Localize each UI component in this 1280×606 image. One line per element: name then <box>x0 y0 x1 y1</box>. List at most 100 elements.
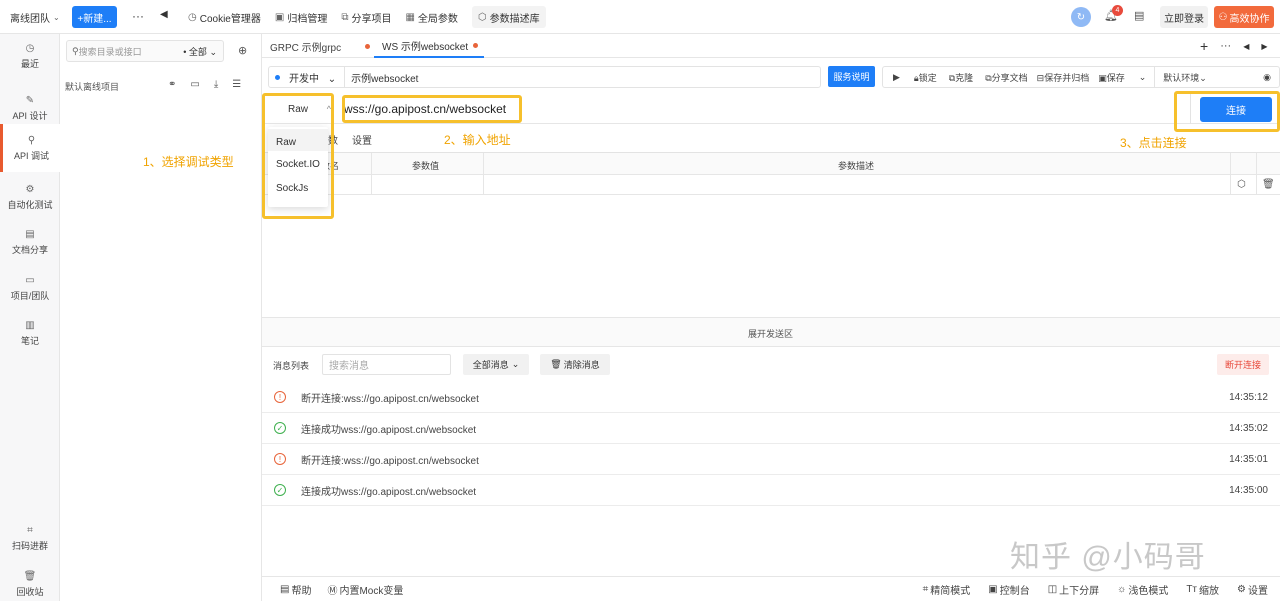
nav-global-params[interactable]: ▦ 全局参数 <box>405 10 457 25</box>
delete-icon[interactable]: 🗑︎ <box>1262 179 1275 190</box>
add-tab-icon[interactable]: + <box>1200 38 1208 54</box>
tab-controls: + ··· ◀ ▶ <box>1200 38 1268 54</box>
nav-param-library[interactable]: ⬡ 参数描述库 <box>471 6 546 28</box>
nav-share-project[interactable]: ⧉ 分享项目 <box>341 10 391 25</box>
share-doc-button[interactable]: ⧉分享文档 <box>985 71 1027 84</box>
project-icon: ▭ <box>25 274 35 286</box>
status-select[interactable]: 开发中 ⌄ <box>289 70 336 85</box>
tab-prev-icon[interactable]: ◀ <box>1243 42 1249 51</box>
col-param-value: 参数值 <box>412 161 440 171</box>
highlight-protocol <box>262 93 334 219</box>
api-debug-icon: ⚲ <box>27 134 36 146</box>
search-icon: ⚲ <box>72 45 79 56</box>
sun-icon: ☼ <box>1117 583 1127 595</box>
console-icon: ▣ <box>988 583 998 595</box>
console-button[interactable]: ▣ 控制台 <box>988 582 1029 597</box>
cube-icon[interactable]: ⬡ <box>1237 179 1246 190</box>
service-doc-button[interactable]: 服务说明 <box>828 66 875 87</box>
tree-search-input[interactable]: 搜索目录或接口 <box>79 45 142 58</box>
tab-websocket[interactable]: WS 示例websocket <box>374 34 484 58</box>
mock-button[interactable]: Ⓜ 内置Mock变量 <box>327 582 403 597</box>
login-button[interactable]: 立即登录 <box>1160 6 1208 28</box>
more-tabs-icon[interactable]: ··· <box>1220 40 1231 52</box>
tab-grpc[interactable]: GRPC 示例grpc <box>270 34 372 58</box>
locate-icon[interactable]: ⊕ <box>238 44 247 57</box>
settings-button[interactable]: ⚙ 设置 <box>1237 582 1268 597</box>
tree-search[interactable]: ⚲ 搜索目录或接口 • 全部 ⌄ <box>66 40 224 62</box>
check-circle-icon: ✓ <box>274 484 286 496</box>
clear-messages-button[interactable]: 🗑︎ 清除消息 <box>540 354 610 375</box>
new-button[interactable]: +新建... <box>72 6 117 28</box>
trash-icon: 🗑︎ <box>23 570 37 582</box>
clone-button[interactable]: ⧉克隆 <box>949 71 973 84</box>
chevron-down-icon: ⌄ <box>1199 72 1207 83</box>
params-table: 参数名 参数值 参数描述 ⬡ 🗑︎ <box>262 152 1280 195</box>
mock-icon: Ⓜ <box>327 585 338 597</box>
tree-filter[interactable]: • 全部 ⌄ <box>183 45 217 58</box>
disconnect-button[interactable]: 断开连接 <box>1217 354 1269 375</box>
theme-button[interactable]: ☼ 浅色模式 <box>1117 582 1168 597</box>
trash-icon: 🗑︎ <box>550 359 562 369</box>
request-toolbar: ▶ 🔒︎锁定 ⧉克隆 ⧉分享文档 ⊟保存并归档 ▣保存 ⌄ 默认环境⌄ ◉ <box>882 66 1280 88</box>
tab-settings[interactable]: 设置 <box>352 132 372 147</box>
split-button[interactable]: ◫ 上下分屏 <box>1048 582 1099 597</box>
help-icon: ▤ <box>280 583 290 595</box>
save-more-icon[interactable]: ⌄ <box>1139 72 1147 83</box>
request-name-input[interactable]: 示例websocket <box>351 70 418 85</box>
sidebar-item-scan[interactable]: ⌗ 扫码进群 <box>0 516 60 560</box>
api-design-icon: ✎ <box>25 94 35 106</box>
save-button[interactable]: ▣保存 <box>1098 71 1125 84</box>
col-param-desc: 参数描述 <box>838 161 875 171</box>
list-item[interactable]: ✓ 连接成功wss://go.apipost.cn/websocket 14:3… <box>262 413 1280 444</box>
collab-button[interactable]: ⚇ 高效协作 <box>1214 6 1274 28</box>
share-node-icon[interactable]: ⚭ <box>168 79 176 90</box>
share-icon: ⧉ <box>341 11 349 23</box>
tree-actions: ⚭ ▭ ⤓ ☰ <box>168 79 241 90</box>
sidebar-item-project[interactable]: ▭ 项目/团队 <box>0 266 60 310</box>
tree-panel: ⚲ 搜索目录或接口 • 全部 ⌄ ⊕ 默认离线项目 ⚭ ▭ ⤓ ☰ <box>60 34 262 601</box>
sidebar-item-doc-share[interactable]: ▤ 文档分享 <box>0 220 60 264</box>
lock-button[interactable]: 🔒︎锁定 <box>914 71 937 84</box>
message-filter-select[interactable]: 全部消息 ⌄ <box>463 354 529 375</box>
expand-send-area[interactable]: 展开发送区 <box>262 317 1280 347</box>
zoom-button[interactable]: Tт 缩放 <box>1186 582 1219 597</box>
tab-next-icon[interactable]: ▶ <box>1261 42 1267 51</box>
nav-cookie-manager[interactable]: ◷ Cookie管理器 <box>188 10 261 25</box>
split-icon: ◫ <box>1047 583 1058 595</box>
notification-badge: 4 <box>1112 5 1123 16</box>
check-circle-icon: ✓ <box>274 422 286 434</box>
nav-archive[interactable]: ▣ 归档管理 <box>275 10 327 25</box>
menu-icon[interactable]: ☰ <box>232 79 241 90</box>
folder-add-icon[interactable]: ▭ <box>190 79 199 90</box>
list-item[interactable]: ✓ 连接成功wss://go.apipost.cn/websocket 14:3… <box>262 475 1280 506</box>
more-icon[interactable]: ··· <box>132 9 144 23</box>
sidebar-item-notes[interactable]: ▥ 笔记 <box>0 311 60 355</box>
text-size-icon: Tт <box>1186 583 1198 595</box>
qr-icon: ⌗ <box>27 524 33 536</box>
warning-icon: ! <box>274 453 286 465</box>
project-name: 默认离线项目 <box>65 82 120 92</box>
env-select[interactable]: 默认环境⌄ <box>1163 71 1207 84</box>
eye-icon[interactable]: ◉ <box>1263 72 1271 83</box>
status-dot-icon <box>275 74 280 80</box>
run-icon[interactable]: ▶ <box>893 72 900 83</box>
message-search-input[interactable]: 搜索消息 <box>322 354 451 375</box>
sync-icon[interactable]: ↻ <box>1071 7 1091 27</box>
sidebar-item-api-debug[interactable]: ⚲ API 调试 <box>0 124 60 172</box>
save-archive-button[interactable]: ⊟保存并归档 <box>1037 71 1090 84</box>
download-icon[interactable]: ⤓ <box>214 79 218 90</box>
sidebar-item-auto-test[interactable]: ⚙ 自动化测试 <box>0 175 60 219</box>
simple-mode-button[interactable]: ⌗ 精简模式 <box>923 582 971 597</box>
sidebar-item-recycle[interactable]: 🗑︎ 回收站 <box>0 562 60 606</box>
list-item[interactable]: ! 断开连接:wss://go.apipost.cn/websocket 14:… <box>262 444 1280 475</box>
history-icon: ◷ <box>25 42 35 54</box>
annotation-step2: 2、输入地址 <box>444 133 511 147</box>
doc-icon[interactable]: ▤ <box>1134 9 1144 22</box>
sidebar-item-recent[interactable]: ◷ 最近 <box>0 34 60 78</box>
team-selector[interactable]: 离线团队 ⌄ <box>10 10 60 25</box>
list-item[interactable]: ! 断开连接:wss://go.apipost.cn/websocket 14:… <box>262 382 1280 413</box>
archive-icon: ▣ <box>274 11 285 23</box>
help-button[interactable]: ▤ 帮助 <box>280 582 311 597</box>
collapse-left-icon[interactable]: ◀ <box>160 9 168 20</box>
tab-bar: GRPC 示例grpc WS 示例websocket + ··· ◀ ▶ <box>262 34 1280 58</box>
